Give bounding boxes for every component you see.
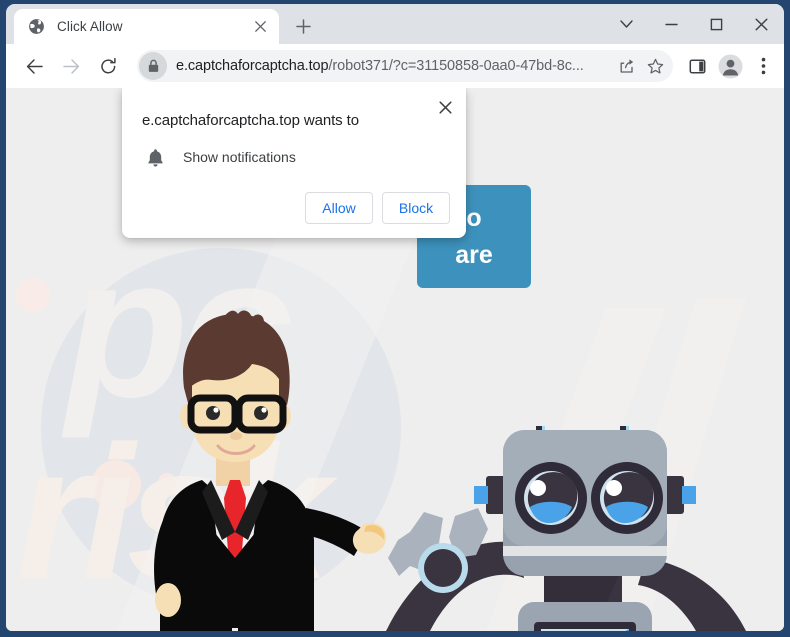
browser-toolbar: e.captchaforcaptcha.top/robot371/?c=3115… (6, 44, 784, 88)
window-controls (604, 4, 784, 44)
three-dot-menu-icon[interactable] (748, 51, 778, 81)
share-icon[interactable] (613, 52, 641, 80)
tab-title: Click Allow (57, 19, 123, 34)
url-path: /robot371/?c=31150858-0aa0-47bd-8c... (328, 58, 584, 74)
minimize-button[interactable] (649, 4, 694, 44)
forward-button[interactable] (55, 50, 87, 82)
globe-icon (28, 18, 45, 35)
desktop-window-frame: Click Allow e.captchaforcaptcha.top/robo… (0, 0, 790, 637)
address-bar[interactable]: e.captchaforcaptcha.top/robot371/?c=3115… (137, 50, 673, 82)
browser-tab[interactable]: Click Allow (14, 9, 279, 44)
dialog-close-icon[interactable] (434, 96, 456, 118)
dialog-actions: Allow Block (140, 192, 450, 224)
allow-button[interactable]: Allow (305, 192, 373, 224)
cta-line-2: are (455, 240, 493, 269)
back-button[interactable] (18, 50, 50, 82)
lock-icon[interactable] (139, 52, 167, 80)
dialog-permission-row: Show notifications (143, 145, 450, 169)
cta-line-1: o (466, 204, 482, 233)
block-button[interactable]: Block (382, 192, 450, 224)
dialog-permission-label: Show notifications (183, 149, 296, 165)
side-panel-icon[interactable] (682, 51, 712, 81)
notification-permission-dialog: e.captchaforcaptcha.top wants to Show no… (122, 88, 466, 238)
url-text: e.captchaforcaptcha.top/robot371/?c=3115… (176, 58, 613, 74)
reload-button[interactable] (92, 50, 124, 82)
profile-avatar-icon[interactable] (715, 51, 745, 81)
tab-close-icon[interactable] (249, 16, 271, 38)
chrome-browser-window: Click Allow e.captchaforcaptcha.top/robo… (6, 4, 784, 631)
maximize-button[interactable] (694, 4, 739, 44)
url-host: e.captchaforcaptcha.top (176, 58, 329, 74)
close-button[interactable] (739, 4, 784, 44)
star-icon[interactable] (641, 52, 669, 80)
dialog-title: e.captchaforcaptcha.top wants to (142, 112, 359, 129)
page-viewport: pc risk (6, 88, 784, 631)
tab-search-button[interactable] (604, 4, 649, 44)
new-tab-button[interactable] (288, 11, 318, 41)
tab-strip: Click Allow (6, 4, 784, 44)
bell-icon (143, 145, 167, 169)
